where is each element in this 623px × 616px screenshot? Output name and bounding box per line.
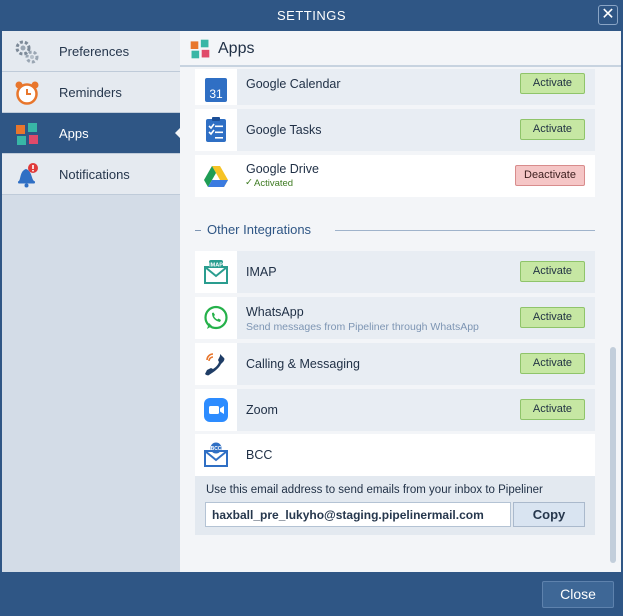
google-drive-icon xyxy=(204,166,228,187)
activate-button[interactable]: Activate xyxy=(520,261,585,282)
sidebar-item-reminders[interactable]: Reminders xyxy=(2,72,180,113)
zoom-camera-icon xyxy=(204,398,228,422)
page-title: Apps xyxy=(218,40,255,57)
copy-button[interactable]: Copy xyxy=(513,502,585,527)
phone-call-icon xyxy=(205,353,225,376)
integration-subtitle: Send messages from Pipeliner through Wha… xyxy=(246,321,479,333)
bcc-mail-icon: BCC xyxy=(204,442,228,467)
bell-alert-icon xyxy=(18,163,38,188)
other-integrations-heading: Other Integrations xyxy=(195,222,595,238)
app-row-google-tasks: Google Tasks Activate xyxy=(195,109,595,151)
bcc-panel: Use this email address to send emails fr… xyxy=(195,476,595,535)
alarm-clock-icon xyxy=(15,81,39,105)
integration-row-zoom: Zoom Activate xyxy=(195,389,595,431)
close-button[interactable]: Close xyxy=(542,581,614,608)
activate-button[interactable]: Activate xyxy=(520,399,585,420)
bcc-badge-text: BCC xyxy=(211,446,222,452)
sidebar-item-apps[interactable]: Apps xyxy=(2,113,181,154)
integration-name: WhatsApp xyxy=(246,305,304,319)
imap-mail-icon: IMAP xyxy=(204,260,228,284)
section-title: Other Integrations xyxy=(207,222,318,237)
integration-name: Calling & Messaging xyxy=(246,357,360,371)
app-name: Google Calendar xyxy=(246,77,341,91)
sidebar: Preferences Reminders Apps Notifications xyxy=(2,31,181,572)
integration-row-whatsapp: WhatsApp Send messages from Pipeliner th… xyxy=(195,297,595,339)
apps-puzzle-icon xyxy=(16,123,38,145)
app-icon-box: IMAP xyxy=(195,251,237,293)
gears-icon xyxy=(15,40,39,64)
activate-button[interactable]: Activate xyxy=(520,307,585,328)
sidebar-item-preferences[interactable]: Preferences xyxy=(2,31,180,72)
integration-row-bcc: BCC BCC xyxy=(195,434,595,476)
google-tasks-icon xyxy=(206,117,226,142)
app-name: Google Tasks xyxy=(246,123,322,137)
sidebar-item-label: Notifications xyxy=(59,167,130,182)
integration-row-imap: IMAP IMAP Activate xyxy=(195,251,595,293)
integration-name: BCC xyxy=(246,448,273,462)
apps-puzzle-icon xyxy=(190,39,210,59)
integration-row-calling: Calling & Messaging Activate xyxy=(195,343,595,385)
heading-divider xyxy=(335,230,595,231)
integration-name: IMAP xyxy=(246,265,277,279)
app-icon-box xyxy=(195,343,237,385)
integration-name: Zoom xyxy=(246,403,278,417)
bcc-email-field[interactable]: haxball_pre_lukyho@staging.pipelinermail… xyxy=(205,502,511,527)
window-close-button[interactable]: ✕ xyxy=(598,5,618,25)
apps-panel: Apps 31 Google Calendar Activate Google … xyxy=(180,31,621,572)
activated-status: Activated xyxy=(254,178,294,189)
title-bar: SETTINGS ✕ xyxy=(0,0,623,31)
bcc-description: Use this email address to send emails fr… xyxy=(206,484,543,496)
sidebar-item-label: Reminders xyxy=(59,85,122,100)
app-row-google-drive: Google Drive ✓ Activated Deactivate xyxy=(195,155,595,197)
app-icon-box xyxy=(195,155,237,197)
deactivate-button[interactable]: Deactivate xyxy=(515,165,585,186)
app-icon-box xyxy=(195,109,237,151)
app-icon-box: BCC xyxy=(195,434,237,476)
google-calendar-icon: 31 xyxy=(205,78,227,102)
calendar-day: 31 xyxy=(209,87,223,101)
app-name: Google Drive xyxy=(246,162,319,176)
window-title: SETTINGS xyxy=(276,8,346,23)
whatsapp-icon xyxy=(204,305,228,330)
sidebar-item-label: Apps xyxy=(59,126,89,141)
app-icon-box xyxy=(195,297,237,339)
app-icon-box: 31 xyxy=(195,69,237,105)
settings-body: Preferences Reminders Apps Notifications… xyxy=(2,31,621,572)
activate-button[interactable]: Activate xyxy=(520,353,585,374)
activate-button[interactable]: Activate xyxy=(520,119,585,140)
activate-button[interactable]: Activate xyxy=(520,73,585,94)
check-icon: ✓ xyxy=(245,177,253,188)
sidebar-item-notifications[interactable]: Notifications xyxy=(2,154,180,195)
panel-header: Apps xyxy=(180,31,621,67)
heading-dash xyxy=(195,230,201,231)
scrollbar-thumb[interactable] xyxy=(610,347,616,563)
app-icon-box xyxy=(195,389,237,431)
app-row-google-calendar: 31 Google Calendar Activate xyxy=(195,69,595,105)
imap-badge-text: IMAP xyxy=(209,263,223,269)
dialog-footer: Close xyxy=(0,572,623,616)
sidebar-item-label: Preferences xyxy=(59,44,130,59)
